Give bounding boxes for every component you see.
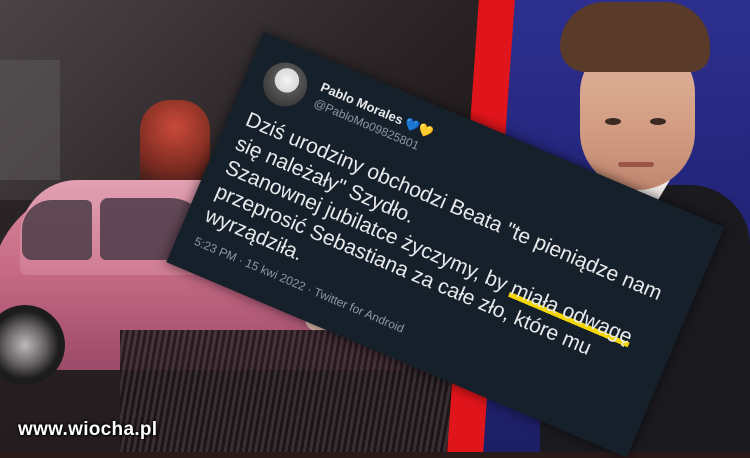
- portrait-eye-right: [650, 118, 666, 125]
- firefighter-figure: [140, 100, 210, 190]
- portrait-mouth: [618, 162, 654, 167]
- car-rear-window: [22, 200, 92, 260]
- portrait-eye-left: [605, 118, 621, 125]
- portrait-hair: [560, 2, 710, 72]
- window-light: [0, 60, 60, 180]
- watermark: www.wiocha.pl: [18, 419, 158, 440]
- avatar[interactable]: [256, 55, 315, 114]
